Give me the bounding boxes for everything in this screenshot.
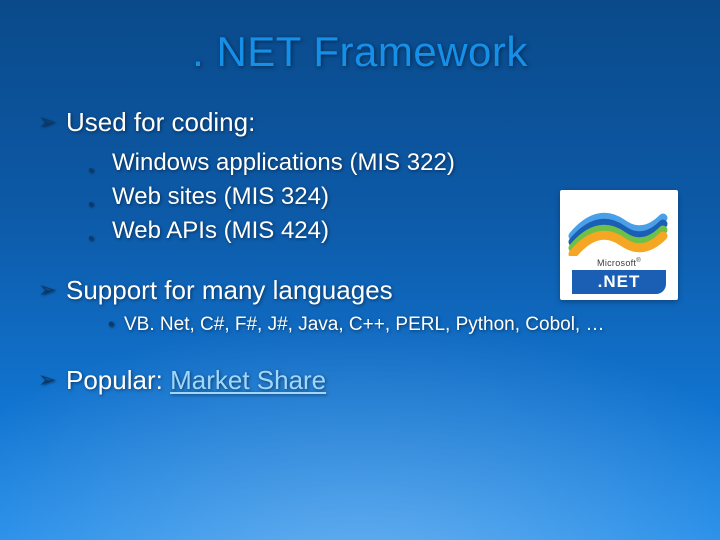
logo-reg: ® [636, 258, 641, 264]
bullet-used-for-coding: Used for coding: [44, 102, 676, 142]
bullet-text: Used for coding: [66, 107, 255, 137]
logo-net-box: .NET [572, 270, 666, 294]
bullet-prefix: Popular: [66, 365, 170, 395]
market-share-link[interactable]: Market Share [170, 365, 326, 395]
sub-sub-item-languages: VB. Net, C#, F#, J#, Java, C++, PERL, Py… [108, 312, 676, 338]
slide-title: . NET Framework [0, 0, 720, 76]
bullet-popular: Popular: Market Share [44, 360, 676, 400]
block-popular: Popular: Market Share [44, 360, 676, 400]
microsoft-dotnet-logo: Microsoft® .NET [560, 190, 678, 300]
logo-brand: Microsoft [597, 258, 636, 268]
dotnet-wave-icon [568, 196, 668, 256]
slide: . NET Framework Used for coding: Windows… [0, 0, 720, 540]
sub-item-windows-apps: Windows applications (MIS 322) [92, 146, 676, 180]
bullet-text: Support for many languages [66, 275, 393, 305]
logo-brand-text: Microsoft® [597, 258, 641, 268]
sub-sub-list-languages: VB. Net, C#, F#, J#, Java, C++, PERL, Py… [44, 312, 676, 338]
